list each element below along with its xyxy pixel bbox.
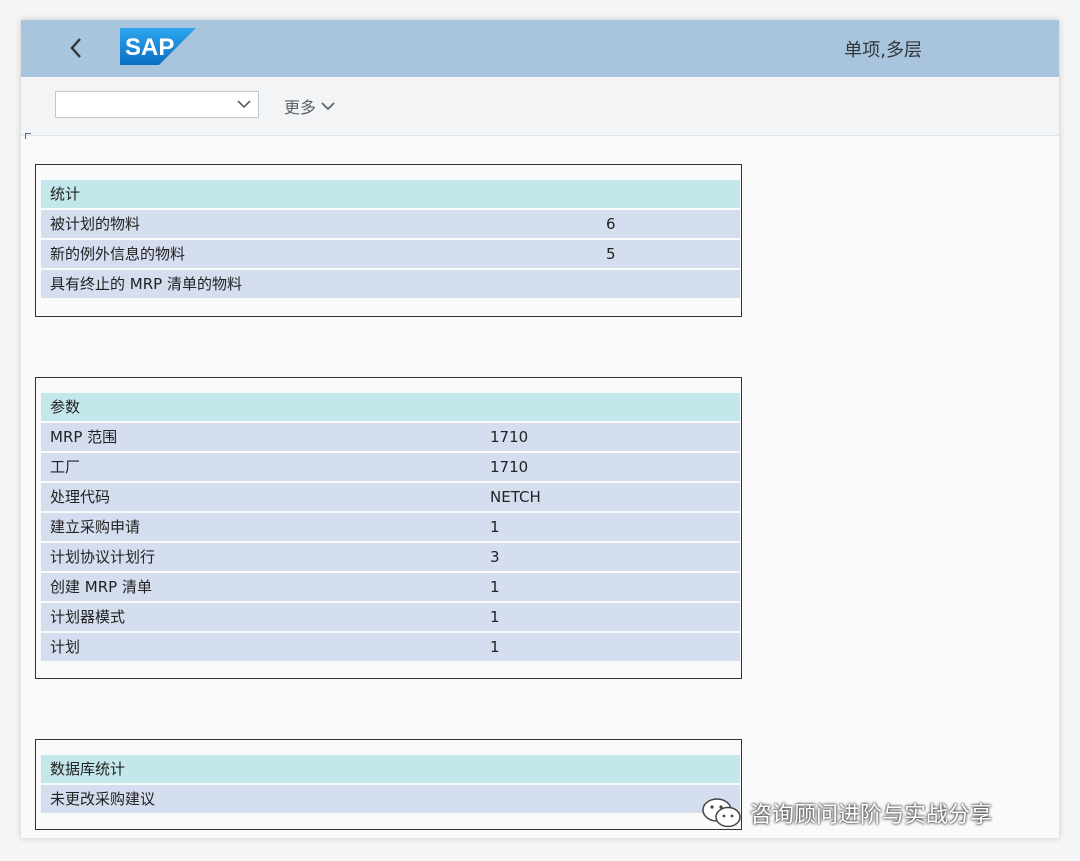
- page-title: 单项,多层: [844, 40, 922, 61]
- row-label: 建立采购申请: [50, 518, 141, 536]
- statistics-panel: 统计 被计划的物料 6 新的例外信息的物料 5 具有终止的 MRP 清单的物料: [35, 164, 742, 317]
- back-button[interactable]: [61, 33, 91, 63]
- watermark: 咨询顾问进阶与实战分享: [700, 796, 992, 830]
- row-label: 创建 MRP 清单: [50, 578, 152, 596]
- parameters-panel: 参数 MRP 范围 1710 工厂 1710 处理代码 NETCH 建立采购申请…: [35, 377, 742, 679]
- statistics-header-row: 统计: [41, 180, 740, 208]
- row-label: 具有终止的 MRP 清单的物料: [50, 275, 242, 293]
- shell-bar: SAP 单项,多层: [21, 20, 1059, 77]
- row-value: 1: [490, 608, 500, 626]
- table-row[interactable]: 被计划的物料 6: [41, 210, 740, 238]
- wechat-icon: [702, 798, 741, 828]
- row-value: NETCH: [490, 488, 541, 506]
- corner-marker: [25, 133, 31, 139]
- row-label: MRP 范围: [50, 428, 118, 446]
- row-value: 3: [490, 548, 500, 566]
- table-row[interactable]: 创建 MRP 清单 1: [41, 573, 740, 601]
- table-row[interactable]: 工厂 1710: [41, 453, 740, 481]
- row-label: 计划协议计划行: [50, 548, 156, 566]
- table-row[interactable]: 计划协议计划行 3: [41, 543, 740, 571]
- parameters-header: 参数: [50, 398, 81, 416]
- sap-logo[interactable]: SAP: [120, 28, 196, 65]
- row-label: 计划: [50, 638, 81, 656]
- table-row[interactable]: 处理代码 NETCH: [41, 483, 740, 511]
- more-button[interactable]: 更多: [284, 94, 336, 118]
- database-statistics-panel: 数据库统计 未更改采购建议: [35, 739, 742, 830]
- chevron-down-icon: [321, 102, 335, 111]
- database-statistics-header: 数据库统计: [50, 760, 126, 778]
- app-window: SAP 单项,多层 更多 统计 被计划的物料 6 新的例外信息的物料 5 具有终…: [21, 20, 1059, 838]
- more-button-label: 更多: [284, 98, 317, 117]
- chevron-left-icon: [70, 38, 81, 58]
- sap-logo-text: SAP: [125, 34, 174, 61]
- watermark-text: 咨询顾问进阶与实战分享: [750, 803, 993, 828]
- database-statistics-header-row: 数据库统计: [41, 755, 740, 783]
- row-value: 1710: [490, 428, 529, 446]
- row-value: 1: [490, 578, 500, 596]
- table-row[interactable]: 未更改采购建议: [41, 785, 740, 813]
- table-row[interactable]: 新的例外信息的物料 5: [41, 240, 740, 268]
- variant-select[interactable]: [55, 91, 259, 118]
- row-label: 工厂: [50, 458, 81, 476]
- table-row[interactable]: MRP 范围 1710: [41, 423, 740, 451]
- row-label: 被计划的物料: [50, 215, 141, 233]
- statistics-header: 统计: [50, 185, 81, 203]
- row-label: 处理代码: [50, 488, 111, 506]
- toolbar: 更多: [21, 77, 1059, 136]
- table-row[interactable]: 建立采购申请 1: [41, 513, 740, 541]
- table-row[interactable]: 计划 1: [41, 633, 740, 661]
- row-label: 新的例外信息的物料: [50, 245, 186, 263]
- table-row[interactable]: 计划器模式 1: [41, 603, 740, 631]
- row-value: 1: [490, 518, 500, 536]
- table-row[interactable]: 具有终止的 MRP 清单的物料: [41, 270, 740, 298]
- row-label: 未更改采购建议: [50, 790, 156, 808]
- row-value: 6: [606, 215, 616, 233]
- parameters-header-row: 参数: [41, 393, 740, 421]
- row-value: 1710: [490, 458, 529, 476]
- chevron-down-icon: [237, 100, 251, 109]
- row-value: 5: [606, 245, 616, 263]
- row-label: 计划器模式: [50, 608, 126, 626]
- row-value: 1: [490, 638, 500, 656]
